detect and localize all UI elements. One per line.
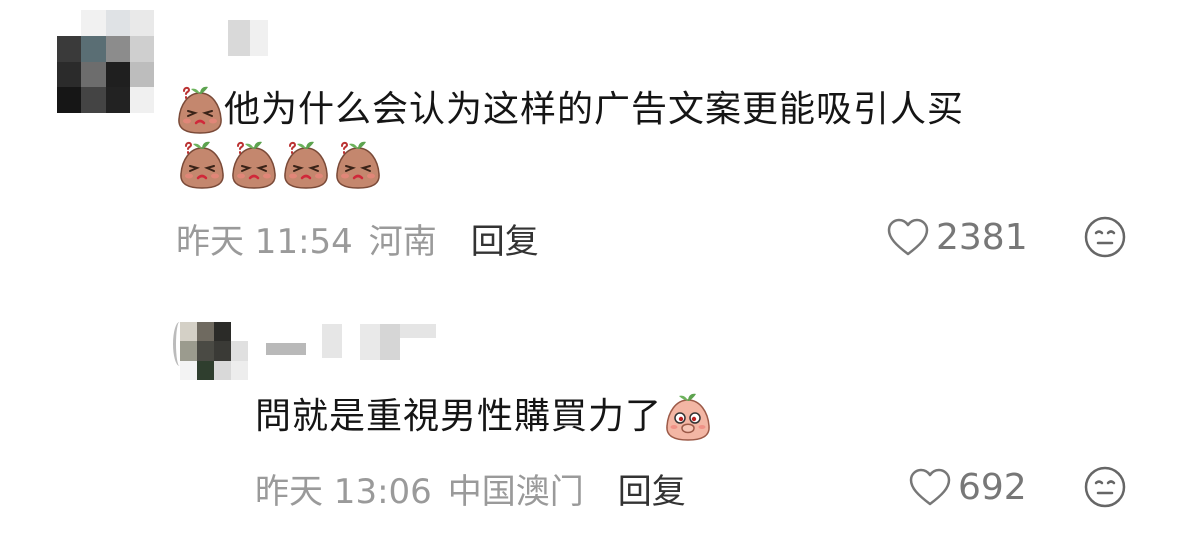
like-button[interactable]: 2381 [886,214,1028,260]
username[interactable] [228,20,268,56]
comment-body: 他为什么会认为这样的广告文案更能吸引人买 [224,89,965,130]
location: 中国澳门 [447,471,584,512]
sweat-potato-emoji [176,85,224,135]
timestamp: 昨天 11:54 [176,221,353,262]
heart-outline-icon [887,218,929,256]
meh-face-icon[interactable] [1082,464,1128,514]
comment-meta: 昨天 11:54 河南 回复 [176,214,539,263]
sweat-potato-emoji [282,140,330,190]
avatar[interactable] [180,322,248,380]
like-button[interactable]: 692 [908,464,1027,510]
sweat-potato-emoji [230,140,278,190]
timestamp: 昨天 13:06 [255,471,432,512]
comment-text: 問就是重視男性購買力了 [255,392,712,442]
meh-face-icon[interactable] [1082,214,1128,264]
like-count: 692 [958,466,1027,508]
avatar[interactable] [57,10,154,113]
username[interactable] [262,322,438,362]
location: 河南 [368,221,437,262]
cover-mouth-potato-emoji [664,392,712,442]
emoji-row [178,140,382,190]
heart-outline-icon [909,468,951,506]
like-count: 2381 [936,216,1028,258]
comment-body: 問就是重視男性購買力了 [255,396,663,437]
comment-meta: 昨天 13:06 中国澳门 回复 [255,464,686,513]
comment-text: 他为什么会认为这样的广告文案更能吸引人买 [176,85,964,135]
reply-button[interactable]: 回复 [471,214,539,263]
reply-button[interactable]: 回复 [618,464,686,513]
sweat-potato-emoji [334,140,382,190]
sweat-potato-emoji [178,140,226,190]
